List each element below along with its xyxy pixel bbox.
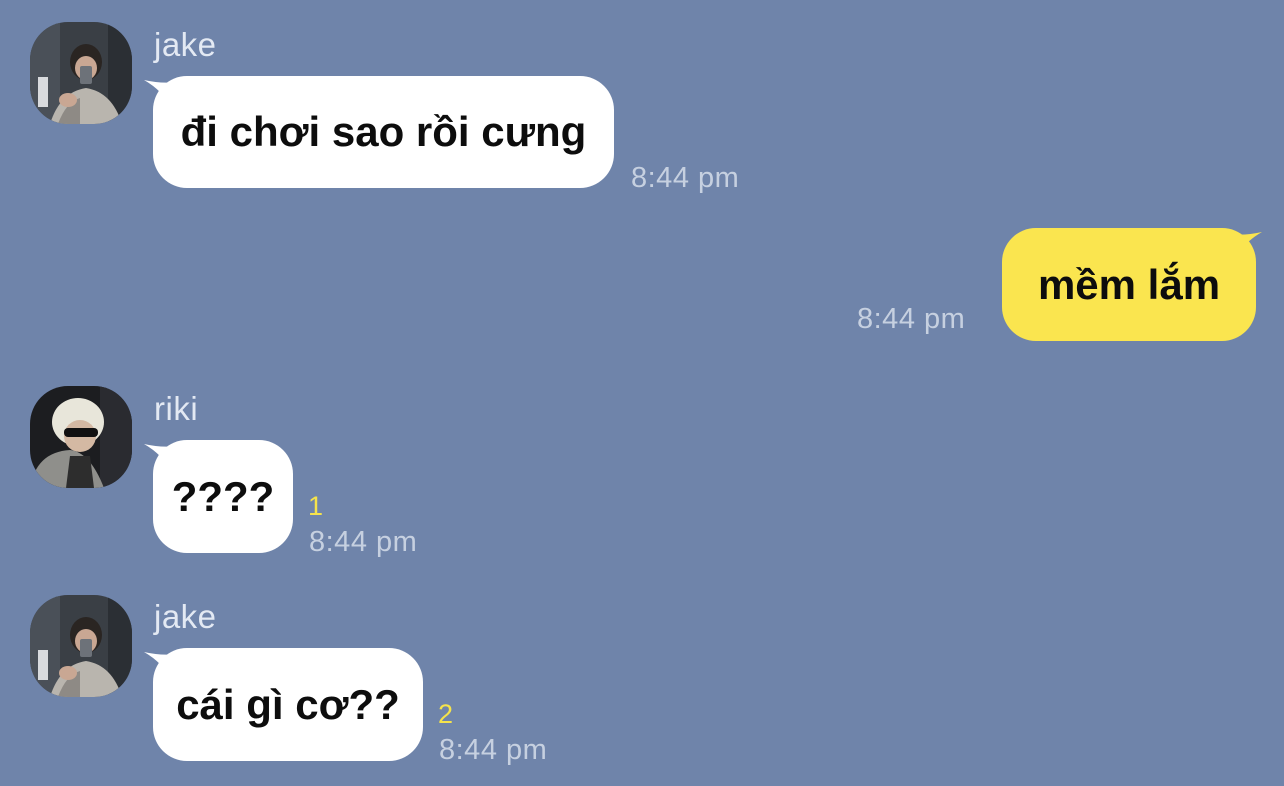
jake-avatar-icon (30, 595, 132, 697)
message-bubble[interactable]: đi chơi sao rồi cưng (153, 76, 614, 188)
sender-name: jake (154, 26, 217, 63)
jake-avatar-icon (30, 22, 132, 124)
avatar-jake[interactable] (30, 22, 132, 124)
message-text: ???? (171, 472, 275, 520)
sender-name: riki (154, 390, 199, 427)
unread-count: 1 (308, 491, 324, 521)
sender-name: jake (154, 598, 217, 635)
message-bubble[interactable]: mềm lắm (1002, 228, 1256, 341)
unread-count: 2 (438, 699, 454, 729)
avatar-riki[interactable] (30, 386, 132, 488)
message-timestamp: 8:44 pm (857, 303, 966, 335)
riki-avatar-icon (30, 386, 132, 488)
message-timestamp: 8:44 pm (439, 734, 548, 766)
message-bubble[interactable]: cái gì cơ?? (153, 648, 423, 761)
message-text: mềm lắm (1037, 260, 1221, 308)
avatar-jake[interactable] (30, 595, 132, 697)
message-timestamp: 8:44 pm (631, 162, 740, 194)
message-text: cái gì cơ?? (176, 680, 400, 728)
message-bubble[interactable]: ???? (153, 440, 293, 553)
message-timestamp: 8:44 pm (309, 526, 418, 558)
message-text: đi chơi sao rồi cưng (180, 108, 587, 155)
